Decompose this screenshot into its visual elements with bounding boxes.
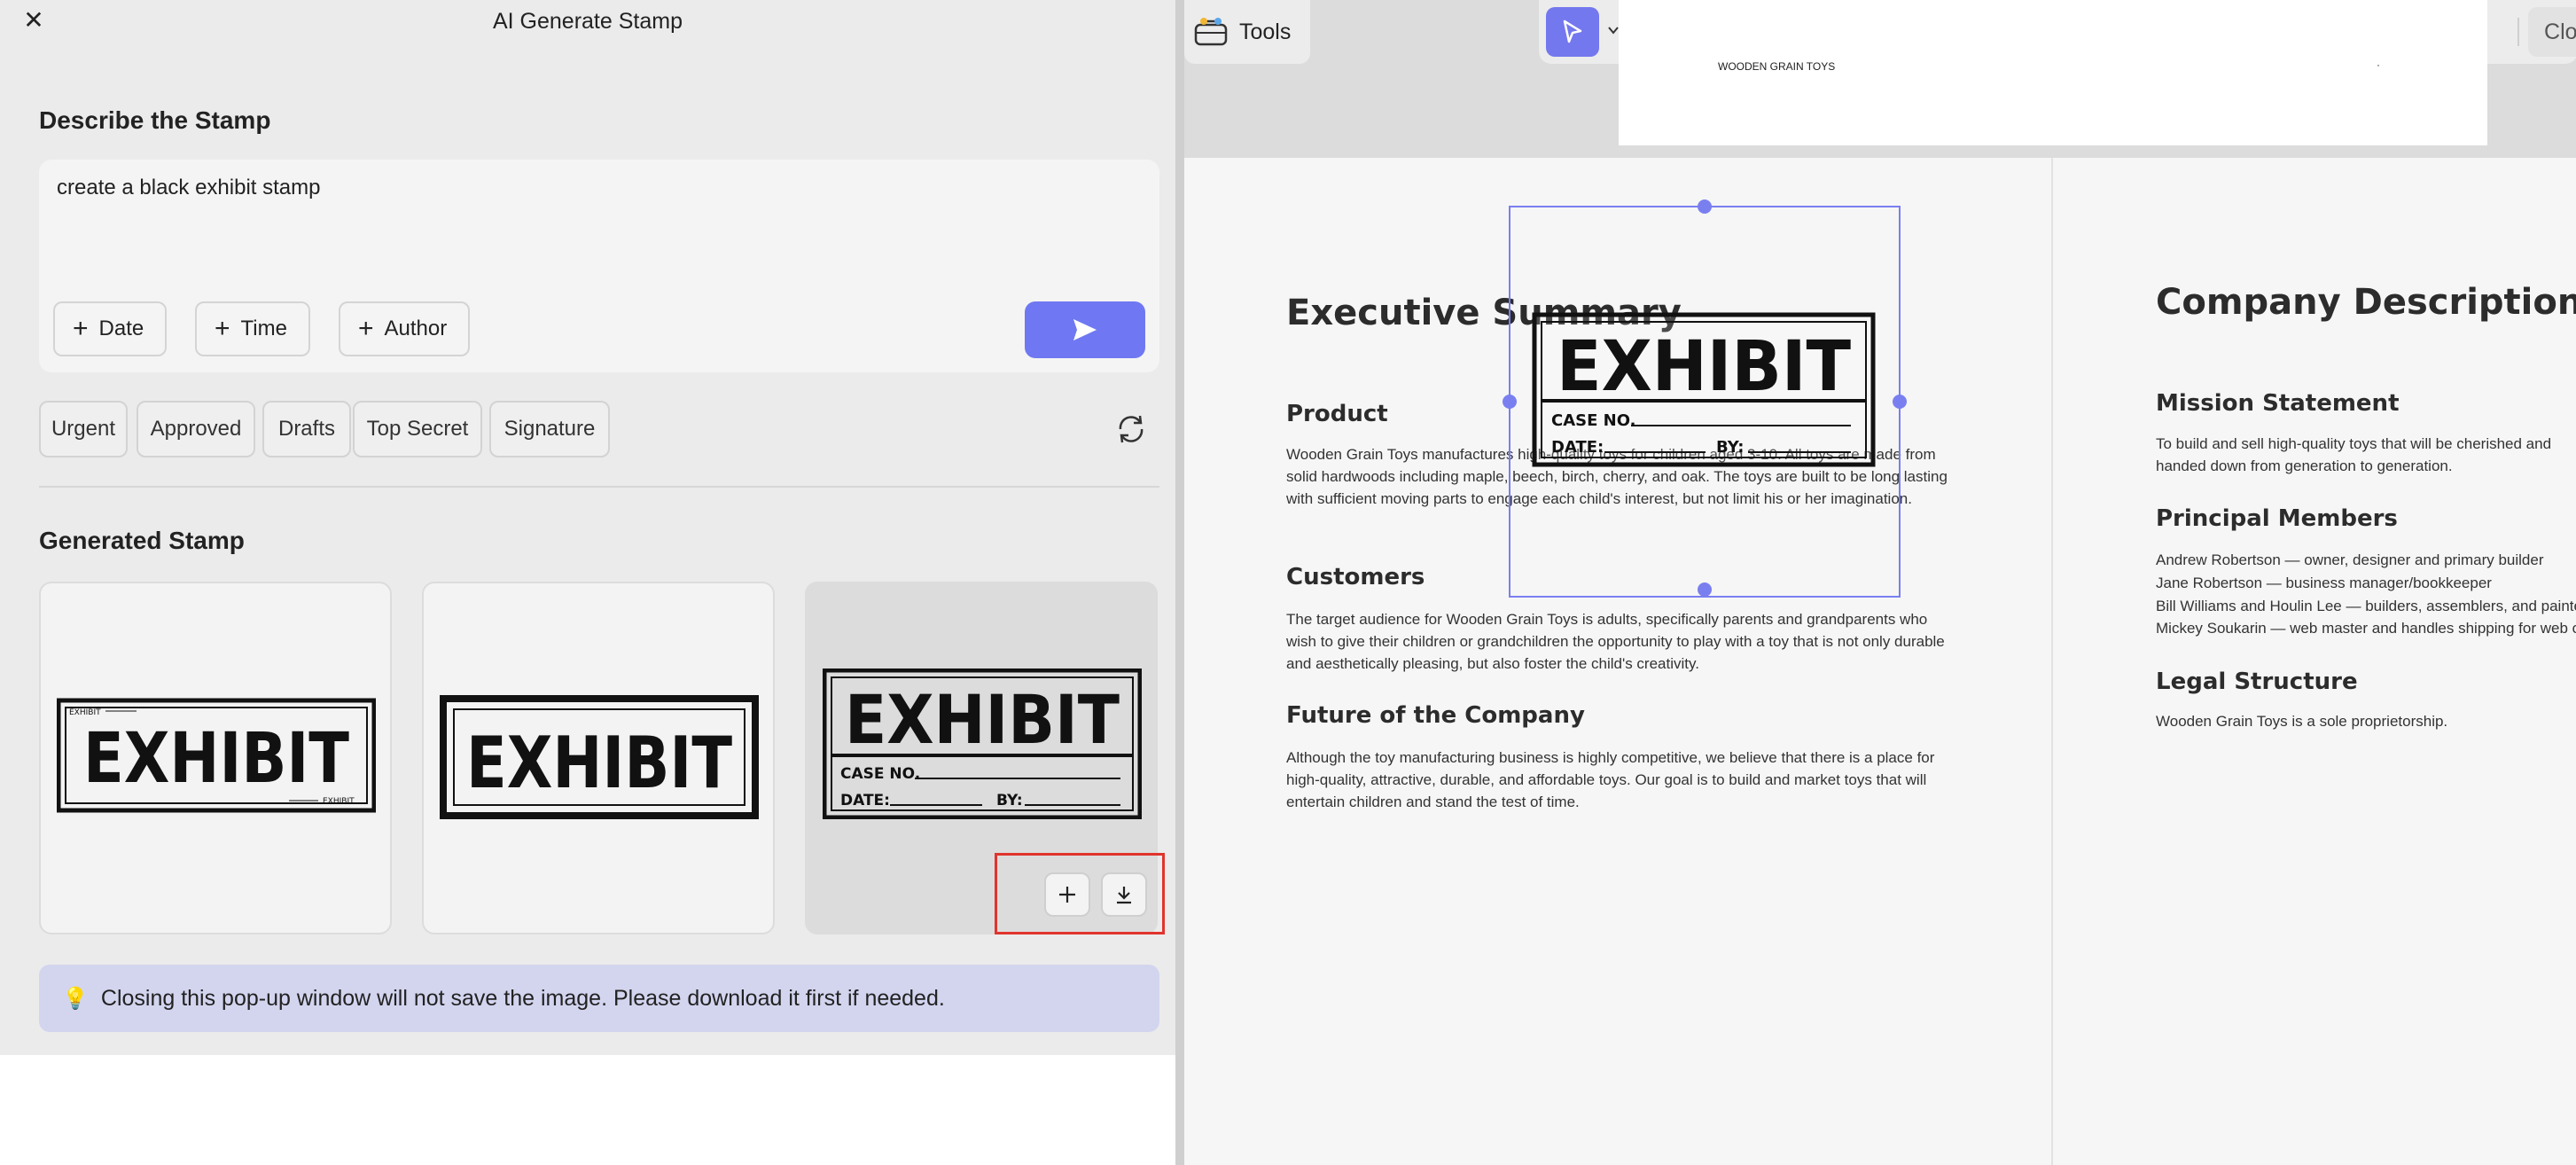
divider <box>39 486 1159 488</box>
resize-handle-bottom[interactable] <box>1698 582 1712 597</box>
svg-text:EXHIBIT: EXHIBIT <box>323 797 355 806</box>
tag-drafts[interactable]: Drafts <box>262 401 351 457</box>
svg-text:EXHIBIT: EXHIBIT <box>69 708 101 717</box>
plus-icon: + <box>358 314 374 343</box>
svg-text:EXHIBIT: EXHIBIT <box>466 722 732 804</box>
notice-banner: 💡 Closing this pop-up window will not sa… <box>39 965 1159 1032</box>
svg-text:CASE NO.: CASE NO. <box>840 765 920 783</box>
prompt-textarea[interactable]: create a black exhibit stamp + Date + Time… <box>39 160 1159 372</box>
principal-member-line: Andrew Robertson — owner, designer and p… <box>2156 551 2544 568</box>
lightbulb-icon: 💡 <box>62 986 89 1011</box>
generated-title: Generated Stamp <box>39 527 245 554</box>
chip-label: Date <box>98 317 144 340</box>
plus-icon: + <box>73 314 89 343</box>
mission-paragraph: To build and sell high-quality toys that… <box>2156 435 2552 474</box>
chip-label: Time <box>240 317 287 340</box>
select-cursor-icon[interactable] <box>1546 7 1599 57</box>
panel-title: AI Generate Stamp <box>492 9 683 34</box>
resize-handle-left[interactable] <box>1503 395 1517 409</box>
add-author-chip[interactable]: + Author <box>339 301 471 356</box>
exhibit-stamp-2: EXHIBIT <box>440 695 759 819</box>
chip-label: Author <box>384 317 448 340</box>
close-button[interactable]: Close <box>2528 7 2576 57</box>
page-header-label: WOODEN GRAIN TOYS <box>1718 60 1836 73</box>
stamp-selection-box[interactable] <box>1503 199 1907 598</box>
describe-title: Describe the Stamp <box>39 106 271 134</box>
toolbox-icon <box>1194 18 1228 46</box>
toolbar-separator <box>2517 18 2519 46</box>
resize-handle-right[interactable] <box>1893 395 1907 409</box>
principal-heading: Principal Members <box>2156 505 2398 532</box>
prompt-value[interactable]: create a black exhibit stamp <box>57 176 320 200</box>
download-stamp-button[interactable] <box>1101 872 1147 917</box>
refresh-icon[interactable] <box>1113 411 1149 447</box>
customers-heading: Customers <box>1286 564 1425 590</box>
stamp-card-1[interactable]: EXHIBIT EXHIBIT EXHIBIT <box>39 582 392 934</box>
product-heading: Product <box>1286 401 1388 427</box>
future-heading: Future of the Company <box>1286 702 1585 729</box>
tag-approved[interactable]: Approved <box>137 401 255 457</box>
column-divider <box>2051 158 2053 1165</box>
send-icon <box>1073 319 1097 340</box>
tag-signature[interactable]: Signature <box>489 401 610 457</box>
page-number-mark: · <box>2377 59 2380 71</box>
plus-icon <box>1059 887 1075 903</box>
plus-icon: + <box>215 314 230 343</box>
legal-heading: Legal Structure <box>2156 669 2358 695</box>
principal-member-line: Bill Williams and Houlin Lee — builders,… <box>2156 598 2576 614</box>
tools-button[interactable]: Tools <box>1184 0 1310 64</box>
send-button[interactable] <box>1025 301 1145 358</box>
principal-member-line: Jane Robertson — business manager/bookke… <box>2156 575 2492 591</box>
exhibit-stamp-3: EXHIBIT CASE NO. DATE: BY: <box>823 669 1142 819</box>
exhibit-stamp-1: EXHIBIT EXHIBIT EXHIBIT <box>57 698 376 813</box>
tag-urgent[interactable]: Urgent <box>39 401 128 457</box>
svg-text:EXHIBIT: EXHIBIT <box>845 680 1120 759</box>
previous-page: WOODEN GRAIN TOYS · <box>1619 0 2487 145</box>
svg-text:DATE:: DATE: <box>840 792 890 809</box>
tools-label: Tools <box>1239 19 1292 44</box>
tag-top-secret[interactable]: Top Secret <box>353 401 482 457</box>
svg-text:EXHIBIT: EXHIBIT <box>83 719 349 799</box>
ai-stamp-panel: ✕ AI Generate Stamp Describe the Stamp c… <box>0 0 1175 1055</box>
mission-heading: Mission Statement <box>2156 390 2400 417</box>
add-date-chip[interactable]: + Date <box>53 301 168 356</box>
resize-handle-top[interactable] <box>1698 199 1712 214</box>
company-description-title: Company Description <box>2156 282 2576 323</box>
add-time-chip[interactable]: + Time <box>195 301 310 356</box>
legal-paragraph: Wooden Grain Toys is a sole proprietorsh… <box>2156 713 2448 730</box>
svg-text:BY:: BY: <box>996 792 1023 809</box>
customers-paragraph: The target audience for Wooden Grain Toy… <box>1286 611 1945 672</box>
future-paragraph: Although the toy manufacturing business … <box>1286 749 1935 810</box>
add-stamp-button[interactable] <box>1044 872 1090 917</box>
stamp-card-2[interactable]: EXHIBIT <box>422 582 775 934</box>
principal-member-line: Mickey Soukarin — web master and handles… <box>2156 620 2576 637</box>
notice-text: Closing this pop-up window will not save… <box>100 985 945 1011</box>
download-icon <box>1117 887 1131 904</box>
